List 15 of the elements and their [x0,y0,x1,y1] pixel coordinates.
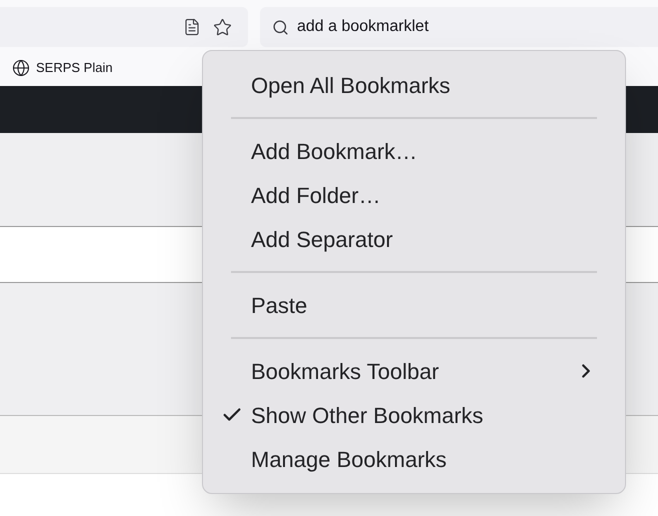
globe-icon [12,59,30,77]
search-text: add a bookmarklet [297,17,429,37]
menu-item[interactable]: Bookmarks Toolbar [203,349,625,393]
menu-item[interactable]: Add Bookmark… [203,129,625,173]
bookmark-item[interactable]: SERPS Plain [12,58,113,78]
search-field[interactable]: add a bookmarklet [260,7,658,47]
menu-item[interactable]: Open All Bookmarks [203,63,625,107]
menu-item[interactable]: Show Other Bookmarks [203,393,625,437]
menu-item[interactable]: Add Separator [203,217,625,261]
menu-item[interactable]: Add Folder… [203,173,625,217]
menu-item[interactable]: Manage Bookmarks [203,437,625,481]
search-icon [272,18,289,36]
star-icon[interactable] [213,18,232,36]
menu-item[interactable]: Paste [203,283,625,327]
reader-view-icon[interactable] [183,18,201,36]
